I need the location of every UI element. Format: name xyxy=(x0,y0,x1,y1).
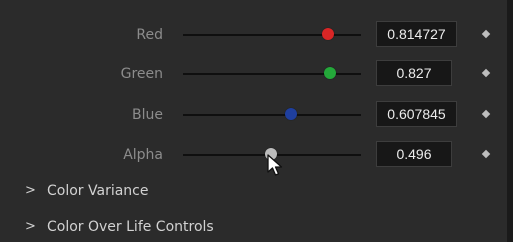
keyframe-diamond-icon[interactable] xyxy=(481,68,491,78)
value-field-blue[interactable]: 0.607845 xyxy=(376,101,457,127)
chevron-right-icon: > xyxy=(25,219,36,234)
channel-label-green: Green xyxy=(120,66,163,82)
channel-row-red: Red 0.814727 xyxy=(0,15,507,55)
channel-row-alpha: Alpha 0.496 xyxy=(0,135,507,175)
slider-track-red[interactable] xyxy=(183,34,361,36)
value-field-green[interactable]: 0.827 xyxy=(376,60,452,86)
channel-label-blue: Blue xyxy=(132,107,163,123)
slider-knob-red[interactable] xyxy=(322,28,335,40)
channel-row-green: Green 0.827 xyxy=(0,54,507,94)
section-label: Color Variance xyxy=(47,183,149,199)
keyframe-diamond-icon[interactable] xyxy=(481,109,491,119)
section-color-over-life-controls[interactable]: > Color Over Life Controls xyxy=(0,212,507,242)
color-controls-panel: Red 0.814727 Green 0.827 Blue 0.607845 A… xyxy=(0,0,513,242)
section-label: Color Over Life Controls xyxy=(47,219,214,235)
channel-label-red: Red xyxy=(136,27,163,43)
keyframe-diamond-icon[interactable] xyxy=(481,149,491,159)
mouse-cursor-icon xyxy=(267,154,283,176)
slider-track-blue[interactable] xyxy=(183,114,361,116)
channel-label-alpha: Alpha xyxy=(123,147,163,163)
value-field-alpha[interactable]: 0.496 xyxy=(376,141,452,167)
slider-knob-blue[interactable] xyxy=(285,108,298,120)
value-field-red[interactable]: 0.814727 xyxy=(376,21,457,47)
chevron-right-icon: > xyxy=(25,183,36,198)
keyframe-diamond-icon[interactable] xyxy=(481,29,491,39)
slider-knob-green[interactable] xyxy=(324,67,337,79)
section-color-variance[interactable]: > Color Variance xyxy=(0,176,507,206)
channel-row-blue: Blue 0.607845 xyxy=(0,95,507,135)
